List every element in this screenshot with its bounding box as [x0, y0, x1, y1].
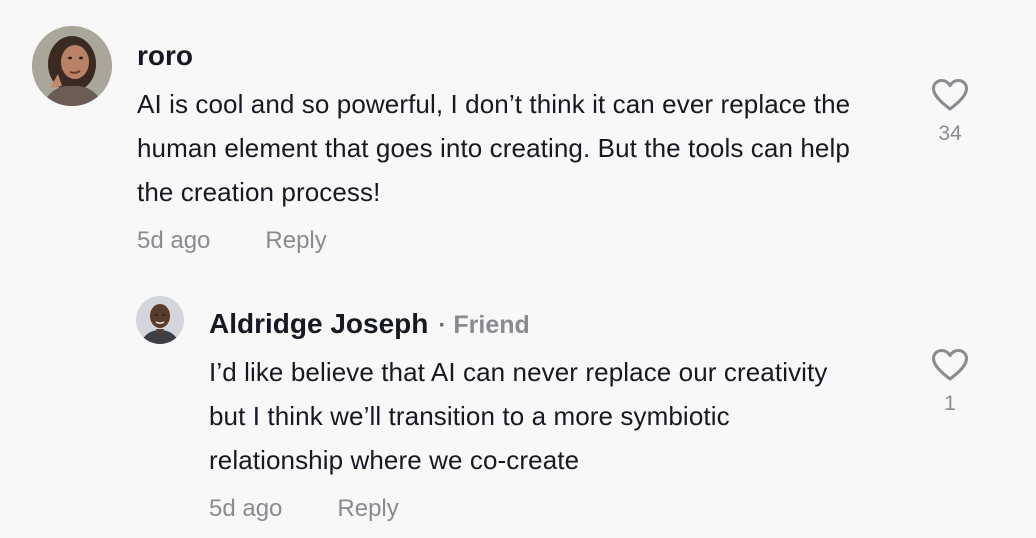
reply-button[interactable]: Reply — [265, 226, 326, 256]
author-name[interactable]: roro — [137, 38, 193, 74]
author-row: roro — [137, 38, 877, 74]
like-count: 1 — [944, 392, 956, 415]
comment-text: AI is cool and so powerful, I don’t thin… — [137, 89, 851, 207]
friend-badge: Friend — [453, 311, 530, 339]
comment-body: Aldridge Joseph · Friend I’d like believ… — [209, 306, 869, 524]
author-row: Aldridge Joseph · Friend — [209, 306, 869, 342]
comment-meta: 5d ago Reply — [137, 226, 877, 256]
comment-meta: 5d ago Reply — [209, 494, 869, 524]
avatar[interactable] — [136, 296, 184, 344]
comment-timestamp: 5d ago — [137, 227, 211, 254]
separator-dot: · — [438, 312, 447, 339]
comment-thread: roro AI is cool and so powerful, I don’t… — [0, 0, 1036, 538]
comment-text: I’d like believe that AI can never repla… — [209, 357, 828, 475]
author-name[interactable]: Aldridge Joseph — [209, 306, 428, 342]
reply-button[interactable]: Reply — [337, 494, 398, 524]
like-control: 1 — [926, 348, 974, 416]
avatar-image — [32, 26, 112, 106]
avatar[interactable] — [32, 26, 112, 106]
comment-timestamp: 5d ago — [209, 495, 283, 522]
heart-outline-icon[interactable] — [931, 78, 969, 112]
heart-outline-icon[interactable] — [931, 348, 969, 382]
like-count: 34 — [938, 122, 962, 145]
avatar-image — [136, 296, 184, 344]
like-control: 34 — [926, 78, 974, 146]
comment-body: roro AI is cool and so powerful, I don’t… — [137, 38, 877, 256]
